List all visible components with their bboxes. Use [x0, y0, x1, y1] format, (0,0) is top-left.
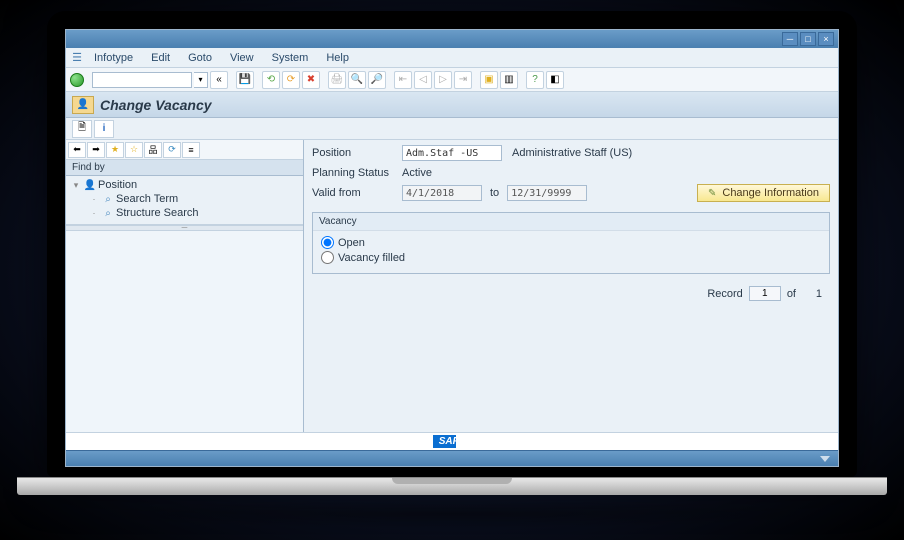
- print-icon[interactable]: 🖨: [328, 71, 346, 89]
- command-dropdown[interactable]: ▾: [194, 72, 208, 88]
- menu-system[interactable]: System: [264, 50, 317, 66]
- help-icon[interactable]: ?: [526, 71, 544, 89]
- valid-to-input[interactable]: [507, 185, 587, 201]
- find-next-icon[interactable]: 🔎: [368, 71, 386, 89]
- left-arrow-icon[interactable]: ⬅: [68, 142, 86, 158]
- radio-open[interactable]: Open: [321, 235, 821, 250]
- layout-icon[interactable]: ◧: [546, 71, 564, 89]
- tree-item-search-term[interactable]: · ⌕ Search Term: [70, 192, 299, 206]
- validity-row: Valid from to ✎ Change Information: [312, 184, 830, 202]
- shortcut-icon[interactable]: ▥: [500, 71, 518, 89]
- star-add-icon[interactable]: ★: [106, 142, 124, 158]
- left-splitter[interactable]: [66, 225, 303, 231]
- vacancy-group: Vacancy Open Vacancy filled: [312, 212, 830, 274]
- radio-filled-input[interactable]: [321, 251, 334, 264]
- logo-bar: SAP: [66, 432, 838, 450]
- maximize-button[interactable]: □: [800, 32, 816, 46]
- titlebar: ─ □ ×: [66, 30, 838, 48]
- radio-open-input[interactable]: [321, 236, 334, 249]
- info-icon[interactable]: i: [94, 120, 114, 138]
- record-total: 1: [802, 288, 822, 300]
- sap-logo: SAP: [433, 435, 472, 448]
- person-icon: 👤: [84, 179, 96, 191]
- navigation-tree: ▾ 👤 Position · ⌕ Search Term ·: [66, 176, 303, 225]
- doc-icon[interactable]: 🗎: [72, 120, 92, 138]
- structure-search-icon: ⌕: [102, 207, 114, 219]
- section-icon: 👤: [72, 96, 94, 114]
- search-term-icon: ⌕: [102, 193, 114, 205]
- minimize-button[interactable]: ─: [782, 32, 798, 46]
- record-row: Record of 1: [312, 276, 830, 301]
- history-back-icon[interactable]: «: [210, 71, 228, 89]
- cancel-icon[interactable]: ✖: [302, 71, 320, 89]
- new-session-icon[interactable]: ▣: [480, 71, 498, 89]
- sub-toolbar: 🗎 i: [66, 118, 838, 140]
- close-button[interactable]: ×: [818, 32, 834, 46]
- vacancy-group-title: Vacancy: [313, 213, 829, 231]
- findby-header: Find by: [66, 160, 303, 176]
- position-label: Position: [312, 147, 402, 159]
- command-input[interactable]: [92, 72, 192, 88]
- left-toolbar: ⬅ ➡ ★ ☆ 品 ⟳ ≡: [66, 140, 303, 160]
- menubar: ☰ Infotype Edit Goto View System Help: [66, 48, 838, 68]
- record-label: Record: [707, 288, 742, 300]
- next-page-icon[interactable]: ▷: [434, 71, 452, 89]
- tree-icon[interactable]: 品: [144, 142, 162, 158]
- menu-infotype[interactable]: Infotype: [86, 50, 141, 66]
- record-current: [749, 286, 781, 301]
- enter-icon[interactable]: [70, 73, 84, 87]
- status-expand-icon[interactable]: [820, 456, 830, 462]
- status-row: Planning Status Active: [312, 164, 830, 182]
- sap-window: ─ □ × ☰ Infotype Edit Goto View System H…: [65, 29, 839, 467]
- menu-view[interactable]: View: [222, 50, 262, 66]
- first-page-icon[interactable]: ⇤: [394, 71, 412, 89]
- page-title: Change Vacancy: [100, 97, 212, 113]
- left-pane: ⬅ ➡ ★ ☆ 品 ⟳ ≡ Find by ▾ 👤: [66, 140, 304, 432]
- refresh-icon[interactable]: ⟳: [163, 142, 181, 158]
- change-info-icon: ✎: [708, 188, 716, 199]
- menu-goto[interactable]: Goto: [180, 50, 220, 66]
- menu-icon[interactable]: ☰: [70, 51, 84, 65]
- back-icon[interactable]: ⟲: [262, 71, 280, 89]
- menu-edit[interactable]: Edit: [143, 50, 178, 66]
- radio-filled[interactable]: Vacancy filled: [321, 250, 821, 265]
- menu-help[interactable]: Help: [318, 50, 357, 66]
- tree-item-structure-search[interactable]: · ⌕ Structure Search: [70, 206, 299, 220]
- position-desc: Administrative Staff (US): [512, 147, 632, 159]
- valid-from-label: Valid from: [312, 187, 402, 199]
- status-label: Planning Status: [312, 167, 402, 179]
- statusbar: [66, 450, 838, 466]
- content-split: ⬅ ➡ ★ ☆ 品 ⟳ ≡ Find by ▾ 👤: [66, 140, 838, 432]
- position-code-input[interactable]: [402, 145, 502, 161]
- to-label: to: [490, 187, 499, 199]
- left-body: [66, 231, 303, 432]
- laptop-base: [17, 477, 887, 495]
- status-value: Active: [402, 167, 432, 179]
- last-page-icon[interactable]: ⇥: [454, 71, 472, 89]
- change-information-button[interactable]: ✎ Change Information: [697, 184, 830, 202]
- section-header: 👤 Change Vacancy: [66, 92, 838, 118]
- right-pane: Position Administrative Staff (US) Plann…: [304, 140, 838, 432]
- collapse-icon[interactable]: ≡: [182, 142, 200, 158]
- exit-icon[interactable]: ⟳: [282, 71, 300, 89]
- save-icon[interactable]: 💾: [236, 71, 254, 89]
- record-of-label: of: [787, 288, 796, 300]
- toolbar: ▾ « 💾 ⟲ ⟳ ✖ 🖨 🔍 🔎 ⇤ ◁ ▷ ⇥: [66, 68, 838, 92]
- tree-root-position[interactable]: ▾ 👤 Position: [70, 178, 299, 192]
- find-icon[interactable]: 🔍: [348, 71, 366, 89]
- right-arrow-icon[interactable]: ➡: [87, 142, 105, 158]
- position-row: Position Administrative Staff (US): [312, 144, 830, 162]
- prev-page-icon[interactable]: ◁: [414, 71, 432, 89]
- valid-from-input[interactable]: [402, 185, 482, 201]
- star-icon[interactable]: ☆: [125, 142, 143, 158]
